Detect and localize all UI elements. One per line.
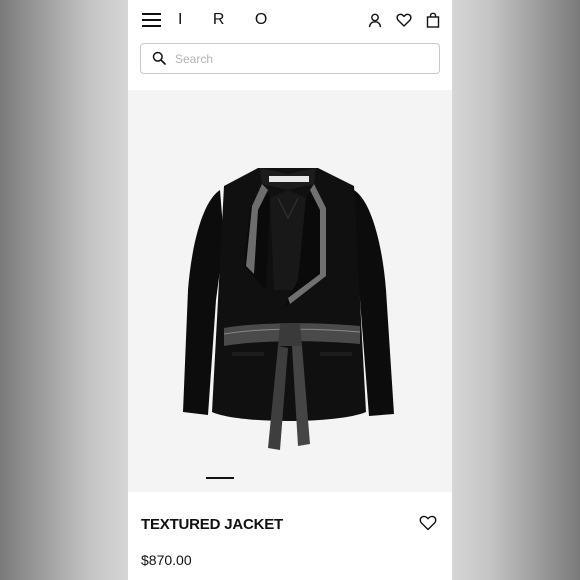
jacket-image xyxy=(183,168,394,450)
search-icon xyxy=(152,51,166,65)
brand-logo[interactable]: I R O xyxy=(178,11,280,29)
header: I R O xyxy=(128,0,452,40)
background-left xyxy=(0,0,128,580)
wishlist-heart-icon[interactable] xyxy=(419,514,437,531)
bag-icon[interactable] xyxy=(425,12,441,28)
product-price: $870.00 xyxy=(141,552,192,568)
mobile-screen: I R O Search TEXTURED JACKET $870.00 xyxy=(128,0,452,580)
carousel-indicator[interactable] xyxy=(206,477,234,479)
search-bar[interactable] xyxy=(140,43,440,74)
product-image[interactable] xyxy=(128,90,452,492)
menu-icon[interactable] xyxy=(142,13,161,28)
background-right xyxy=(452,0,580,580)
product-title: TEXTURED JACKET xyxy=(141,516,284,533)
heart-icon[interactable] xyxy=(396,12,412,28)
account-icon[interactable] xyxy=(367,12,383,28)
product-info: TEXTURED JACKET $870.00 xyxy=(128,492,452,580)
search-input[interactable] xyxy=(173,49,427,69)
